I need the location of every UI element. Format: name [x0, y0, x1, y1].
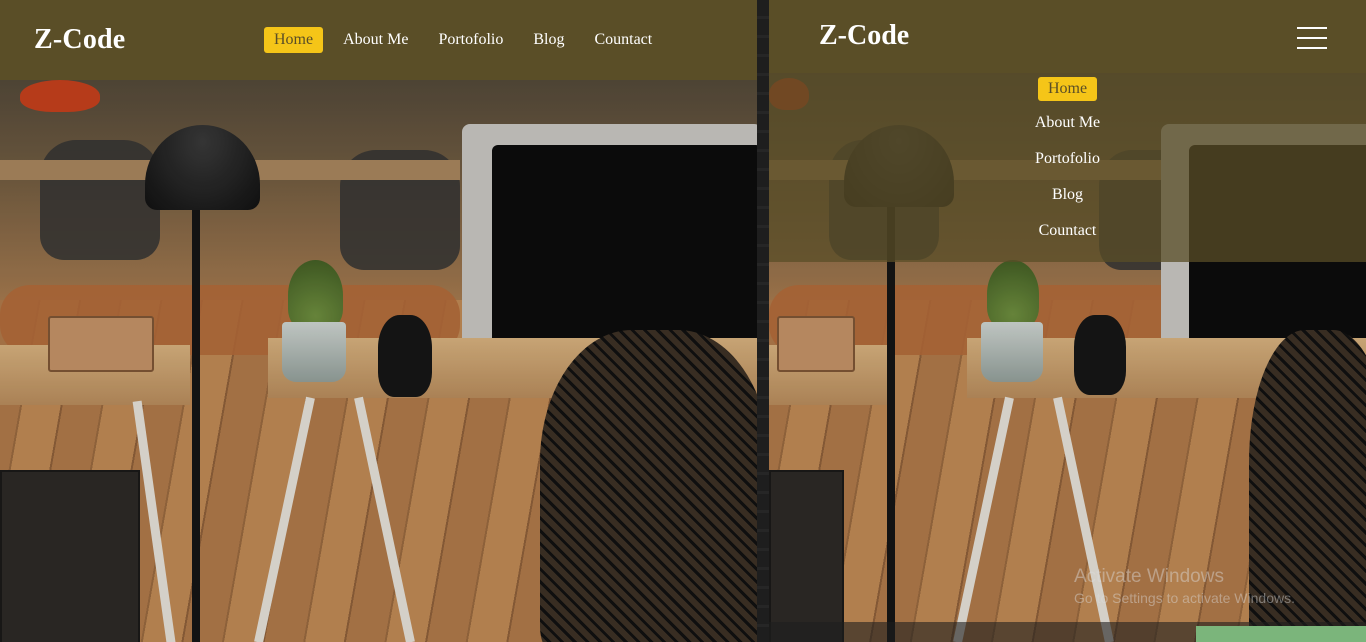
watermark-title: Activate Windows: [1074, 566, 1224, 587]
mobile-menu-dropdown: Home About Me Portofolio Blog Countact: [769, 73, 1366, 262]
pane-divider: [757, 0, 769, 642]
taskbar-strip: [769, 622, 1366, 642]
nav-item-countact[interactable]: Countact: [584, 27, 662, 53]
hero-background-image: [0, 0, 757, 642]
activate-windows-watermark: Activate Windows Go to Settings to activ…: [1074, 566, 1295, 606]
nav-item-portofolio[interactable]: Portofolio: [1025, 147, 1110, 171]
nav-item-about-me[interactable]: About Me: [1025, 111, 1110, 135]
navbar: Z-Code Home About Me Portofolio Blog Cou…: [0, 0, 757, 80]
hamburger-menu-icon[interactable]: [1297, 27, 1327, 49]
brand-logo[interactable]: Z-Code: [819, 20, 909, 52]
nav-menu: Home About Me Portofolio Blog Countact: [264, 27, 672, 53]
brand-logo[interactable]: Z-Code: [34, 24, 125, 56]
nav-item-home[interactable]: Home: [264, 27, 324, 53]
nav-item-countact[interactable]: Countact: [1029, 219, 1107, 243]
mobile-preview: Z-Code Home About Me Portofolio Blog Cou…: [769, 0, 1366, 642]
nav-item-blog[interactable]: Blog: [1042, 183, 1093, 207]
nav-item-blog[interactable]: Blog: [523, 27, 574, 53]
watermark-subtitle: Go to Settings to activate Windows.: [1074, 590, 1295, 606]
mobile-navbar: Z-Code: [769, 0, 1366, 73]
nav-item-home[interactable]: Home: [1037, 77, 1098, 101]
nav-item-about-me[interactable]: About Me: [333, 27, 418, 53]
nav-item-portofolio[interactable]: Portofolio: [428, 27, 513, 53]
desktop-preview: Z-Code Home About Me Portofolio Blog Cou…: [0, 0, 757, 642]
